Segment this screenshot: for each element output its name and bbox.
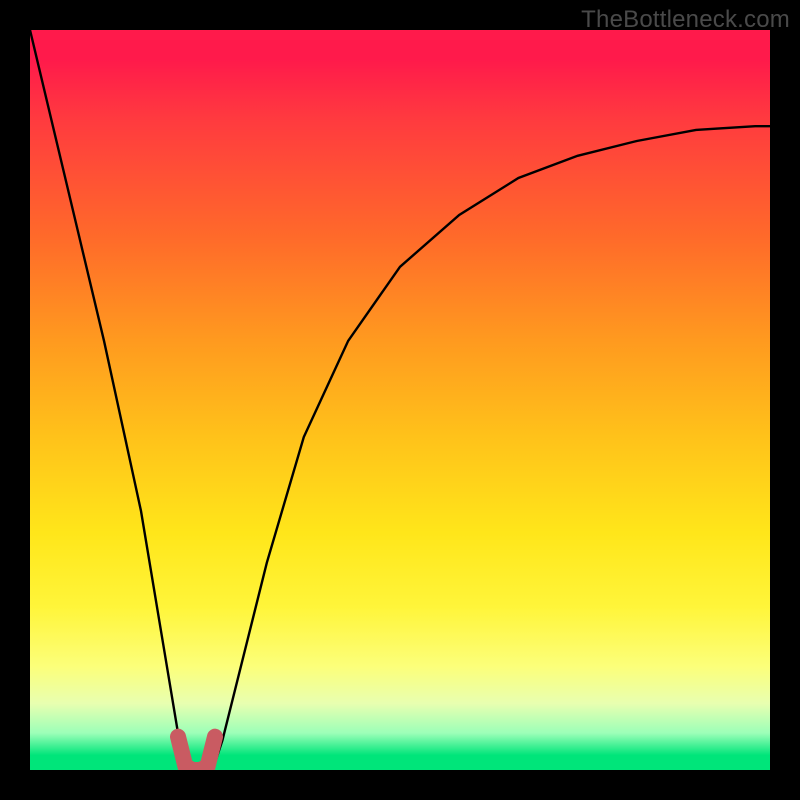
plot-area <box>30 30 770 770</box>
chart-svg <box>30 30 770 770</box>
watermark-text: TheBottleneck.com <box>581 6 790 34</box>
bottleneck-curve-path <box>30 30 770 770</box>
optimal-marker-path <box>178 737 215 770</box>
chart-frame: TheBottleneck.com <box>0 0 800 800</box>
